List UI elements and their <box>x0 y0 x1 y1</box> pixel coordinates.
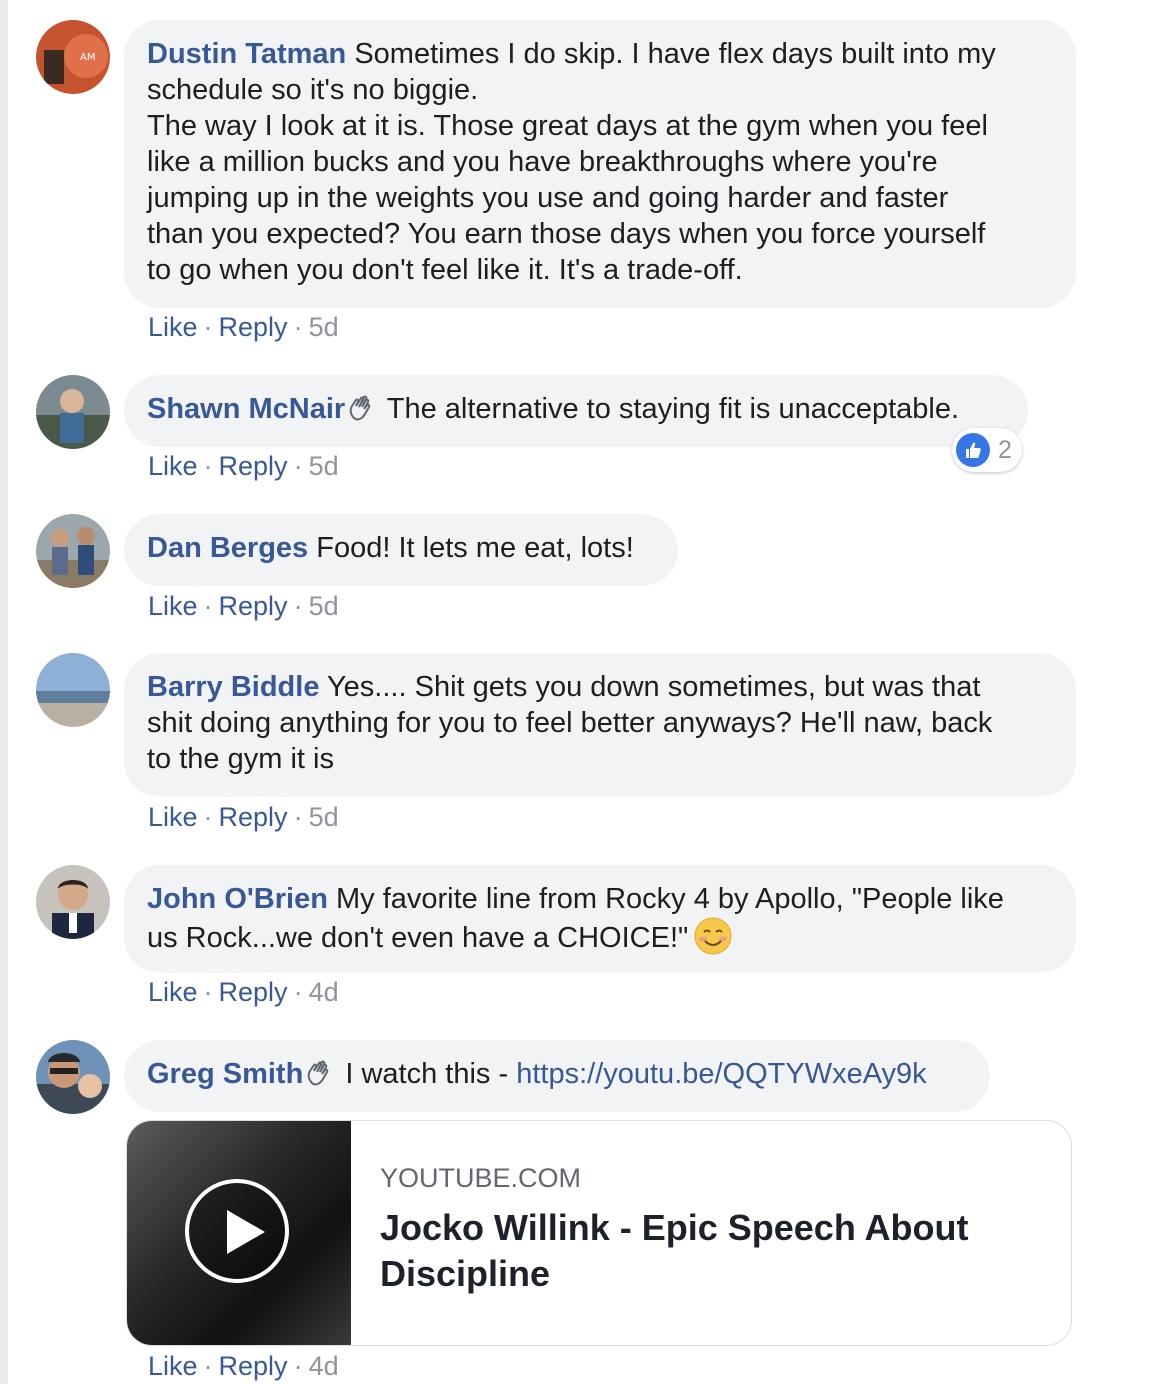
like-link[interactable]: Like <box>148 591 198 621</box>
avatar[interactable]: AM <box>36 20 110 94</box>
svg-text:AM: AM <box>80 52 95 63</box>
waving-hand-icon <box>305 1059 333 1096</box>
avatar[interactable] <box>36 653 110 727</box>
play-icon[interactable] <box>185 1179 289 1283</box>
reaction-count: 2 <box>998 435 1012 464</box>
comment-time[interactable]: 5d <box>309 591 339 621</box>
comment-time[interactable]: 5d <box>309 312 339 342</box>
thumbs-up-icon <box>956 433 990 467</box>
thread-rule <box>0 0 8 1384</box>
avatar[interactable] <box>36 514 110 588</box>
comment-bubble: Greg Smith I watch this - https://youtu.… <box>124 1040 990 1112</box>
comment-actions: Like · Reply · 4d <box>148 977 339 1007</box>
avatar[interactable] <box>36 865 110 939</box>
avatar[interactable] <box>36 375 110 449</box>
comment-author[interactable]: Dan Berges <box>147 532 308 564</box>
reply-link[interactable]: Reply <box>219 802 288 832</box>
comment-actions: Like · Reply · 4d <box>148 1351 339 1381</box>
comment-text: Sometimes I do skip. I have flex days bu… <box>147 38 996 286</box>
like-link[interactable]: Like <box>148 977 198 1007</box>
comment-link[interactable]: https://youtu.be/QQTYWxeAy9k <box>516 1058 926 1090</box>
comment-actions: Like · Reply · 5d <box>148 802 339 832</box>
comment-actions: Like · Reply · 5d <box>148 312 339 342</box>
reply-link[interactable]: Reply <box>219 591 288 621</box>
comment-author[interactable]: Dustin Tatman <box>147 38 346 70</box>
comment-time[interactable]: 4d <box>309 1351 339 1381</box>
reply-link[interactable]: Reply <box>219 312 288 342</box>
like-link[interactable]: Like <box>148 1351 198 1381</box>
comment-author[interactable]: Greg Smith <box>147 1058 303 1090</box>
link-title[interactable]: Jocko Willink - Epic Speech About Discip… <box>380 1205 1020 1297</box>
comment-text: The alternative to staying fit is unacce… <box>386 393 960 425</box>
like-link[interactable]: Like <box>148 312 198 342</box>
comment-bubble: John O'Brien My favorite line from Rocky… <box>124 865 1076 973</box>
comment-actions: Like · Reply · 5d <box>148 451 339 481</box>
comment-bubble: Shawn McNair The alternative to staying … <box>124 375 1028 447</box>
comment-author[interactable]: Barry Biddle <box>147 671 319 703</box>
waving-hand-icon <box>347 394 375 431</box>
reply-link[interactable]: Reply <box>219 977 288 1007</box>
comment-time[interactable]: 5d <box>309 451 339 481</box>
comment-author[interactable]: John O'Brien <box>147 883 328 915</box>
like-link[interactable]: Like <box>148 802 198 832</box>
reply-link[interactable]: Reply <box>219 451 288 481</box>
comment-author[interactable]: Shawn McNair <box>147 393 345 425</box>
comment-text: Food! It lets me eat, lots! <box>316 532 634 564</box>
avatar[interactable] <box>36 1040 110 1114</box>
comment-bubble: Dan Berges Food! It lets me eat, lots! <box>124 514 678 586</box>
comment-time[interactable]: 4d <box>309 977 339 1007</box>
comment-text: I watch this - <box>345 1058 517 1090</box>
comment-time[interactable]: 5d <box>309 802 339 832</box>
comment-bubble: Dustin Tatman Sometimes I do skip. I hav… <box>124 20 1076 308</box>
link-preview-card[interactable]: YOUTUBE.COM Jocko Willink - Epic Speech … <box>126 1120 1072 1346</box>
smiling-face-icon <box>694 917 732 964</box>
video-thumbnail[interactable] <box>127 1121 351 1345</box>
reply-link[interactable]: Reply <box>219 1351 288 1381</box>
comment-bubble: Barry Biddle Yes.... Shit gets you down … <box>124 653 1076 797</box>
comment-actions: Like · Reply · 5d <box>148 591 339 621</box>
like-link[interactable]: Like <box>148 451 198 481</box>
reaction-badge[interactable]: 2 <box>952 428 1022 472</box>
link-domain: YOUTUBE.COM <box>380 1163 582 1193</box>
